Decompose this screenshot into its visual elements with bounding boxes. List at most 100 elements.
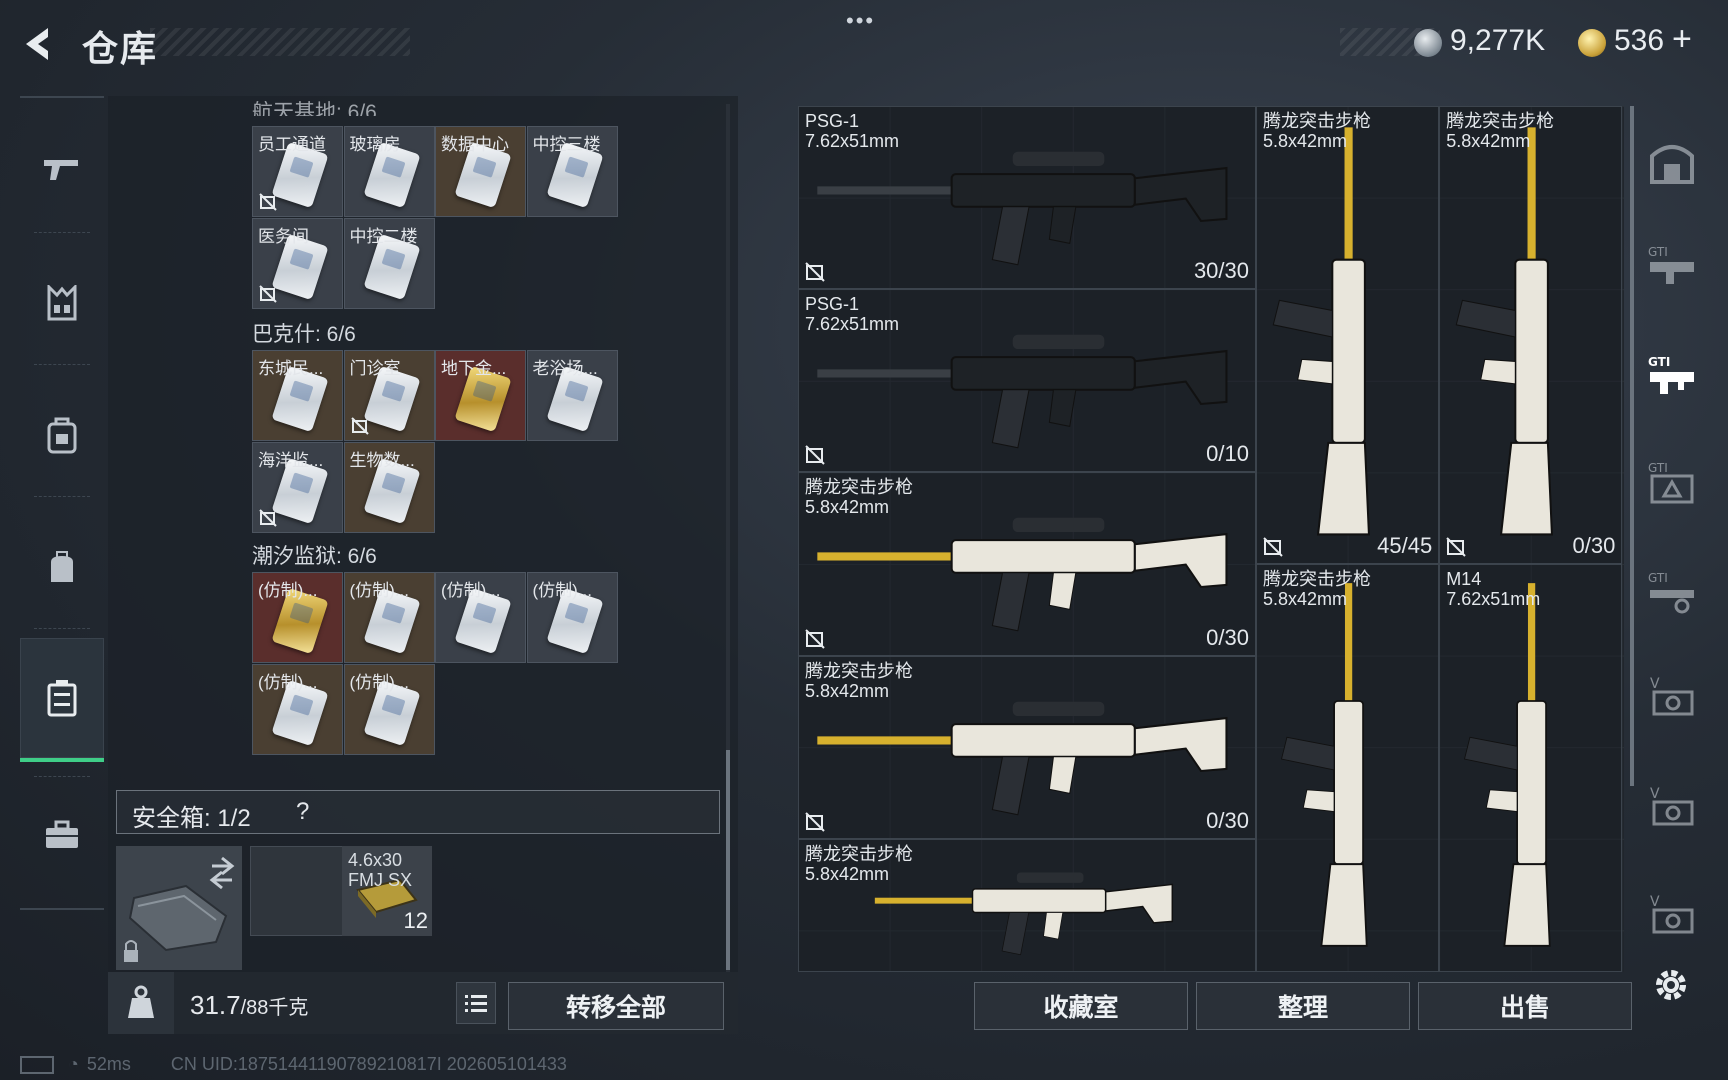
keycard-cell[interactable]: (仿制)... — [252, 572, 343, 663]
safe-box-ammo-slot[interactable]: 4.6x30 FMJ SX 12 — [342, 846, 432, 936]
gold-balance: 536 — [1614, 24, 1665, 57]
nav-weapons[interactable] — [20, 114, 104, 224]
weapon-cell[interactable]: 腾龙突击步枪 5.8x42mm 0/30 — [1439, 106, 1623, 564]
weapon-caliber: 5.8x42mm — [805, 680, 890, 701]
weapon-name: 腾龙突击步枪 5.8x42mm — [1263, 569, 1371, 609]
weapon-name: 腾龙突击步枪 5.8x42mm — [805, 477, 913, 517]
nav-backpack[interactable] — [20, 380, 104, 490]
storage-scrollbar-thumb[interactable] — [726, 750, 730, 970]
keycard-label: 生物数... — [349, 450, 415, 470]
nav-toolbox[interactable] — [20, 780, 104, 890]
weapon-cell[interactable]: 腾龙突击步枪 5.8x42mm — [1256, 564, 1440, 972]
gti-gun-active-icon[interactable]: GTI — [1646, 350, 1698, 402]
keycard-label: (仿制)... — [258, 581, 318, 600]
title-decoration — [150, 28, 410, 56]
keycard-label: 数据中心 — [441, 135, 509, 154]
gold-coin-icon — [1578, 29, 1606, 57]
keycard-label: (仿制)... — [349, 672, 410, 692]
battle-rifle-icon — [1464, 583, 1551, 947]
gti-rifle-icon[interactable]: GTI — [1646, 240, 1698, 292]
nav-safe-box[interactable] — [20, 638, 104, 762]
keycard-cell[interactable]: 数据中心 — [435, 126, 526, 217]
weapon-cell[interactable]: M14 7.62x51mm — [1439, 564, 1623, 972]
ammo-name: 4.6x30 FMJ SX — [348, 850, 413, 890]
more-menu-icon[interactable]: ••• — [846, 8, 875, 34]
nav-bag[interactable] — [20, 512, 104, 622]
keycard-cell[interactable]: (仿制)... — [343, 572, 435, 663]
weapon-name: M14 7.62x51mm — [1446, 569, 1540, 609]
weight-current: 31.7 — [190, 990, 241, 1020]
weapon-title: 腾龙突击步枪 — [1263, 111, 1371, 131]
keycard-cell[interactable]: 中控三楼 — [526, 126, 618, 217]
backpack-icon — [47, 417, 77, 454]
gti-rifle-2-icon[interactable]: GTI — [1646, 566, 1698, 618]
ping-text: 52ms — [86, 1054, 131, 1074]
keycard-cell[interactable]: 东城民... — [252, 350, 343, 441]
safe-case-icon — [124, 856, 235, 962]
weapon-caliber: 5.8x42mm — [805, 497, 890, 518]
keycard-cell[interactable]: 医务间 — [252, 217, 343, 309]
keycard-label: 医务间 — [258, 226, 309, 246]
v-gun-2-icon[interactable]: V — [1646, 782, 1698, 834]
safe-box-slot[interactable] — [116, 846, 242, 970]
v-gun-3-icon[interactable]: V — [1646, 890, 1698, 942]
list-view-button[interactable] — [456, 982, 496, 1024]
briefcase-icon — [46, 820, 78, 848]
assault-rifle-icon — [1455, 127, 1554, 536]
weight-readout: 31.7/88千克 — [190, 990, 308, 1021]
keycard-cell[interactable]: 地下金... — [435, 350, 526, 441]
v-gun-icon[interactable]: V — [1646, 672, 1698, 724]
weapon-cell[interactable]: 腾龙突击步枪 5.8x42mm — [798, 838, 1256, 972]
keycard-cell[interactable]: (仿制)... — [435, 572, 526, 663]
keycard-cell[interactable]: (仿制)... — [343, 663, 435, 755]
sell-button[interactable]: 出售 — [1418, 982, 1632, 1030]
back-arrow-icon[interactable] — [18, 24, 58, 64]
status-bar: ◔ 52ms CN UID:18751441190789210817I 202605… — [20, 1054, 567, 1075]
weapon-cell[interactable]: PSG-1 7.62x51mm 30/30 — [798, 106, 1256, 290]
gear-icon[interactable] — [1650, 964, 1692, 1006]
weapon-name: 腾龙突击步枪 5.8x42mm — [1446, 111, 1554, 151]
keycard-cell[interactable]: 员工通道 — [252, 126, 343, 217]
nav-armor[interactable] — [20, 248, 104, 358]
transfer-all-button[interactable]: 转移全部 — [508, 982, 724, 1030]
keycard-label: (仿制)... — [349, 581, 410, 600]
weapon-name: 腾龙突击步枪 5.8x42mm — [1263, 111, 1371, 151]
weapon-cell[interactable]: 腾龙突击步枪 5.8x42mm 0/30 — [798, 655, 1256, 839]
collection-button[interactable]: 收藏室 — [974, 982, 1188, 1030]
safe-box-help-button[interactable]: ? — [296, 798, 309, 826]
no-case-icon — [259, 284, 277, 303]
organize-button[interactable]: 整理 — [1196, 982, 1410, 1030]
silver-balance: 9,277K — [1450, 24, 1546, 57]
keycard-cell[interactable]: (仿制)... — [526, 572, 618, 663]
weapon-ammo-count: 0/30 — [1572, 533, 1616, 558]
keycard-cell[interactable]: 中控二楼 — [343, 217, 435, 309]
weapon-cell[interactable]: 腾龙突击步枪 5.8x42mm 0/30 — [798, 472, 1256, 656]
keycard-cell[interactable]: 玻璃房 — [343, 126, 435, 217]
safe-box-label: 安全箱: 1/2 — [132, 805, 251, 832]
weapon-name: PSG-1 7.62x51mm — [805, 294, 899, 334]
keycard-cell[interactable]: (仿制)... — [252, 663, 343, 755]
add-gold-button[interactable]: + — [1672, 20, 1692, 59]
keycard-cell[interactable]: 生物数... — [343, 441, 435, 533]
weapon-cell[interactable]: 腾龙突击步枪 5.8x42mm 45/45 — [1256, 106, 1440, 564]
weapon-cell[interactable]: PSG-1 7.62x51mm 0/10 — [798, 289, 1256, 473]
keycard-cell[interactable]: 门诊室 — [343, 350, 435, 441]
keycard-cell[interactable]: 海洋监... — [252, 441, 343, 533]
locker-icon[interactable] — [1646, 136, 1698, 188]
no-case-icon — [350, 417, 369, 435]
weapon-scrollbar[interactable] — [1630, 106, 1634, 786]
weapon-title: 腾龙突击步枪 — [805, 660, 913, 681]
weapon-ammo-count: 0/10 — [1206, 441, 1249, 467]
gti-triangle-icon[interactable]: GTI — [1646, 456, 1698, 508]
no-insurance-icon — [1446, 537, 1466, 557]
weapon-caliber: 5.8x42mm — [805, 863, 890, 884]
weight-max: /88千克 — [240, 997, 309, 1019]
keycard-cell[interactable]: 老浴场... — [526, 350, 618, 441]
keycard-label: 玻璃房 — [349, 135, 401, 154]
svg-text:V: V — [1650, 786, 1660, 802]
svg-text:GTI: GTI — [1648, 355, 1670, 369]
keycard-label: 东城民... — [258, 359, 324, 378]
keycard-label: 中控三楼 — [532, 135, 601, 154]
keycard-label: 员工通道 — [258, 135, 326, 154]
keycard-label: (仿制)... — [258, 672, 318, 692]
